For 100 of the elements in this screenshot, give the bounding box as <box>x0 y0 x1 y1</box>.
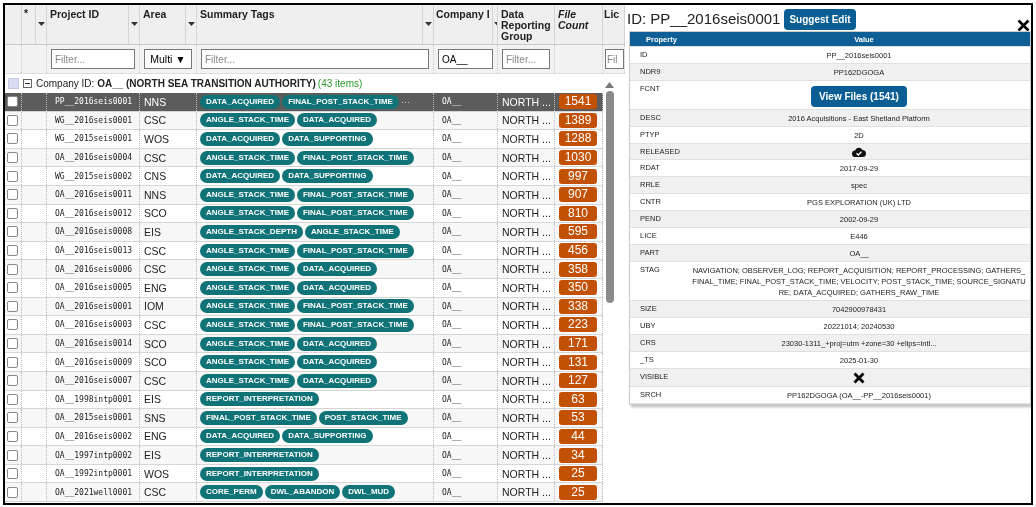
checkbox[interactable] <box>7 449 18 461</box>
file-count-badge: 53 <box>559 410 597 426</box>
caret-icon[interactable] <box>187 22 195 26</box>
checkbox[interactable] <box>7 133 18 145</box>
column-header[interactable]: Data Reporting Group <box>498 5 554 44</box>
area-code: SCO <box>144 356 167 369</box>
tag-pill: FINAL_POST_STACK_TIME <box>296 243 414 258</box>
project-id: OA__2016seis0011 <box>54 190 133 200</box>
checkbox[interactable] <box>7 189 18 201</box>
checkbox[interactable] <box>8 78 19 89</box>
tag-pill: REPORT_INTERPRETATION <box>200 466 319 481</box>
multi-select-dropdown[interactable]: Multi ▼ <box>144 49 192 69</box>
project-id: OA__2016seis0002 <box>54 432 133 441</box>
file-count-badge: 25 <box>559 466 597 482</box>
tag-pill: FINAL_POST_STACK_TIME <box>282 94 399 109</box>
tag-pill: FINAL_POST_STACK_TIME <box>296 317 414 332</box>
area-code: NNS <box>144 188 167 201</box>
checkbox[interactable] <box>7 412 18 424</box>
area-code: EIS <box>144 449 161 462</box>
reporting-group: NORTH ... <box>502 207 551 220</box>
reporting-group: NORTH ... <box>502 449 551 462</box>
tag-pill: ANGLE_STACK_TIME <box>200 243 295 258</box>
tag-pill: ANGLE_STACK_TIME <box>200 187 295 202</box>
checkbox[interactable] <box>7 300 18 312</box>
file-count-badge: 1389 <box>559 112 597 128</box>
company-id: OA__ <box>441 227 462 237</box>
tag-pill: ANGLE_STACK_TIME <box>200 317 295 332</box>
caret-icon[interactable] <box>130 22 138 26</box>
group-label: Company ID: OA__ (NORTH SEA TRANSITION AUTHORITY) <box>36 78 316 89</box>
view-files-button[interactable]: View Files (1541) <box>811 86 907 107</box>
tag-pill: FINAL_POST_STACK_TIME <box>200 410 317 425</box>
item-count: (43 items) <box>317 78 363 89</box>
filter-field[interactable]: Filter... <box>51 49 135 69</box>
tag-pill: DATA_ACQUIRED <box>296 280 378 295</box>
checkbox[interactable] <box>7 375 18 387</box>
company-id: OA__ <box>441 301 462 311</box>
checkbox[interactable] <box>7 338 18 349</box>
scrollbar-thumb[interactable] <box>605 91 614 303</box>
filter-field[interactable]: Filter... <box>502 49 550 69</box>
checkbox[interactable] <box>7 263 18 275</box>
caret-icon[interactable] <box>424 22 432 26</box>
checkbox[interactable] <box>7 96 18 108</box>
file-count-badge: 358 <box>559 261 597 277</box>
column-header[interactable]: Summary Tags <box>197 5 422 44</box>
caret-icon[interactable] <box>37 22 45 26</box>
tag-pill: ANGLE_STACK_TIME <box>200 262 295 277</box>
column-header[interactable]: Lic <box>603 5 624 44</box>
column-header[interactable]: Project ID <box>47 5 128 44</box>
reporting-group: NORTH ... <box>502 467 551 480</box>
area-code: CSC <box>144 486 167 499</box>
filter-field[interactable]: Fil <box>605 49 624 69</box>
checkbox[interactable] <box>7 431 18 442</box>
checkbox[interactable] <box>7 152 18 164</box>
file-count-badge: 223 <box>559 317 597 333</box>
tag-pill: DWL_MUD <box>342 485 396 500</box>
file-count-badge: 1030 <box>559 150 597 166</box>
checkbox[interactable] <box>7 486 18 498</box>
area-code: CSC <box>144 244 167 257</box>
tag-pill: ANGLE_STACK_TIME <box>305 224 400 239</box>
checkbox[interactable] <box>7 319 18 331</box>
company-id: OA__ <box>441 171 462 181</box>
tag-pill: FINAL_POST_STACK_TIME <box>296 206 414 221</box>
tag-pill: DATA_ACQUIRED <box>200 429 281 444</box>
tag-pill: FINAL_POST_STACK_TIME <box>296 150 414 165</box>
tag-pill: FINAL_POST_STACK_TIME <box>296 187 414 202</box>
company-id: OA__ <box>441 97 462 107</box>
checkbox[interactable] <box>7 282 18 294</box>
company-id: OA__ <box>441 376 462 386</box>
company-id: OA__ <box>441 487 462 497</box>
column-header[interactable]: File Count <box>555 5 602 44</box>
filter-field[interactable]: OA__ <box>438 49 493 69</box>
collapse-icon[interactable] <box>23 79 32 88</box>
checkbox[interactable] <box>7 114 18 126</box>
reporting-group: NORTH ... <box>502 430 551 443</box>
checkbox[interactable] <box>7 170 18 182</box>
tag-pill: DATA_ACQUIRED <box>296 336 378 351</box>
suggest-edit-button[interactable]: Suggest Edit <box>784 8 856 30</box>
selected-row-background[interactable]: PP__2016seis0001 NNS DATA_ACQUIRED FINAL_POST_STACK_TIME ··· OA__ NORTH ... 1541 <box>5 93 603 112</box>
area-code: NNS <box>144 95 167 108</box>
column-header[interactable]: * <box>22 5 35 44</box>
close-icon[interactable] <box>1017 18 1030 32</box>
area-code: IOM <box>144 300 164 313</box>
column-header[interactable]: Area <box>140 5 185 44</box>
reporting-group: NORTH ... <box>502 244 551 257</box>
company-id: OA__ <box>441 320 462 330</box>
reporting-group: NORTH ... <box>502 225 551 238</box>
checkbox[interactable] <box>7 207 18 219</box>
checkbox[interactable] <box>7 468 18 480</box>
project-id: OA__1998intp0001 <box>54 394 133 404</box>
column-header[interactable]: Company I <box>434 5 492 44</box>
filter-field[interactable]: Filter... <box>201 49 429 69</box>
scroll-up-icon[interactable] <box>605 82 614 88</box>
company-id: OA__ <box>441 208 462 218</box>
checkbox[interactable] <box>7 393 18 405</box>
checkbox[interactable] <box>7 226 18 238</box>
tag-pill: DATA_SUPPORTING <box>282 429 373 444</box>
file-count-badge: 171 <box>559 336 597 351</box>
company-id: OA__ <box>441 190 462 200</box>
checkbox[interactable] <box>7 245 18 257</box>
checkbox[interactable] <box>7 356 18 368</box>
